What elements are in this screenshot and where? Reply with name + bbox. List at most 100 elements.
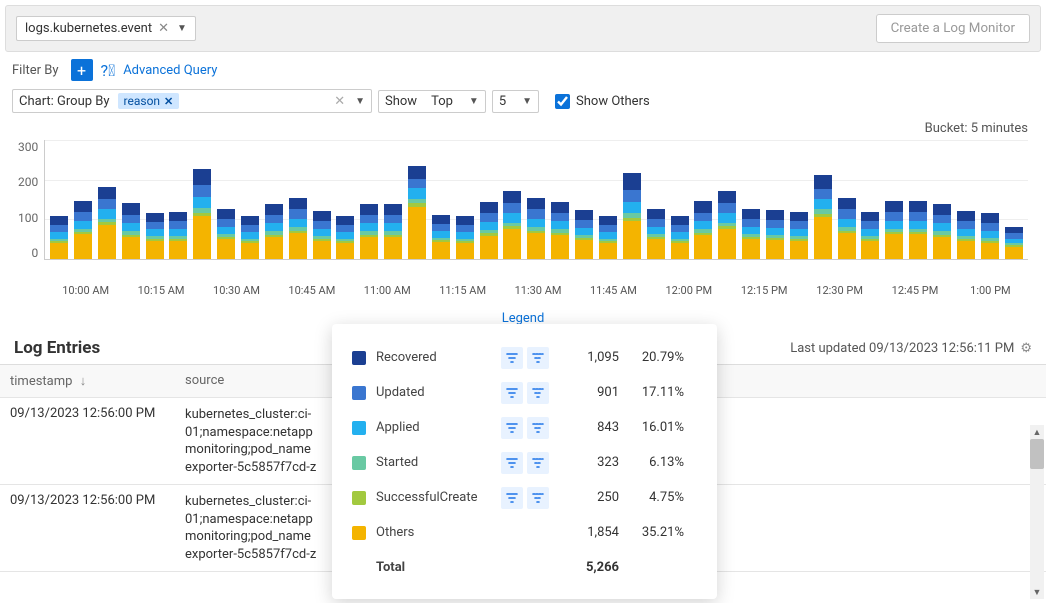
bar[interactable] <box>50 216 68 259</box>
swatch-icon <box>352 421 366 435</box>
y-axis: 3002001000 <box>18 140 44 260</box>
filter-exclude-icon[interactable] <box>527 347 549 369</box>
legend-total-label: Total <box>376 560 491 575</box>
close-icon[interactable]: ✕ <box>164 95 173 108</box>
col-timestamp[interactable]: timestamp ↓ <box>0 365 175 397</box>
legend-pct: 20.79% <box>629 350 684 365</box>
show-others-checkbox[interactable]: Show Others <box>555 94 650 109</box>
swatch-icon <box>352 456 366 470</box>
sort-desc-icon[interactable]: ↓ <box>80 374 87 389</box>
chip-label: reason <box>124 94 161 108</box>
bar[interactable] <box>265 204 283 259</box>
bar[interactable] <box>241 216 259 259</box>
show-select[interactable]: Show Top ▼ <box>378 90 486 113</box>
add-filter-button[interactable]: + <box>71 59 93 81</box>
count-select[interactable]: 5 ▼ <box>492 90 539 113</box>
bar[interactable] <box>718 191 736 259</box>
bar[interactable] <box>527 198 545 259</box>
bar[interactable] <box>694 201 712 259</box>
filter-include-icon[interactable] <box>501 417 523 439</box>
filter-include-icon[interactable] <box>501 487 523 509</box>
bar[interactable] <box>981 213 999 259</box>
bar[interactable] <box>336 216 354 259</box>
bar[interactable] <box>456 216 474 259</box>
bar[interactable] <box>551 202 569 259</box>
filter-exclude-icon[interactable] <box>527 452 549 474</box>
log-source-select[interactable]: logs.kubernetes.event ✕ ▼ <box>16 16 196 41</box>
scrollbar[interactable]: ▲ ▼ <box>1030 425 1044 599</box>
bar[interactable] <box>408 166 426 259</box>
bar[interactable] <box>74 201 92 259</box>
bar[interactable] <box>193 169 211 259</box>
legend-count: 1,095 <box>559 350 619 365</box>
scroll-up-icon[interactable]: ▲ <box>1030 425 1044 439</box>
gear-icon[interactable]: ⚙ <box>1020 341 1032 356</box>
bar[interactable] <box>384 204 402 259</box>
filter-exclude-icon[interactable] <box>527 382 549 404</box>
bucket-label: Bucket: 5 minutes <box>0 121 1046 140</box>
chevron-down-icon[interactable]: ▼ <box>355 96 365 107</box>
show-others-input[interactable] <box>555 94 570 109</box>
legend-pct: 17.11% <box>629 385 684 400</box>
legend-name: Applied <box>376 420 491 435</box>
swatch-icon <box>352 491 366 505</box>
bar[interactable] <box>790 212 808 259</box>
bar[interactable] <box>957 211 975 259</box>
bar[interactable] <box>861 212 879 259</box>
swatch-icon <box>352 386 366 400</box>
filter-by-label: Filter By <box>12 63 63 78</box>
cell-timestamp: 09/13/2023 12:56:00 PM <box>0 485 175 571</box>
bar[interactable] <box>742 209 760 259</box>
bar[interactable] <box>360 204 378 259</box>
close-icon[interactable]: ✕ <box>158 21 169 36</box>
groupby-input[interactable]: Chart: Group By reason ✕ ✕ ▼ <box>12 89 372 113</box>
bar[interactable] <box>599 216 617 259</box>
filter-include-icon[interactable] <box>501 347 523 369</box>
bar[interactable] <box>909 201 927 259</box>
legend-row: Others 1,854 35.21% <box>352 515 697 550</box>
show-label: Show <box>385 94 417 109</box>
bar[interactable] <box>838 198 856 259</box>
chevron-down-icon[interactable]: ▼ <box>469 96 479 107</box>
legend-total-value: 5,266 <box>559 560 619 575</box>
bar[interactable] <box>122 203 140 259</box>
legend-pct: 4.75% <box>629 490 684 505</box>
chevron-down-icon[interactable]: ▼ <box>522 96 532 107</box>
show-others-label: Show Others <box>576 94 650 109</box>
groupby-chip[interactable]: reason ✕ <box>118 93 180 109</box>
scroll-down-icon[interactable]: ▼ <box>1030 585 1044 599</box>
bar[interactable] <box>432 215 450 259</box>
bar[interactable] <box>169 212 187 259</box>
bar[interactable] <box>623 173 641 259</box>
bar[interactable] <box>766 210 784 259</box>
bar[interactable] <box>575 210 593 259</box>
chevron-down-icon[interactable]: ▼ <box>177 23 187 34</box>
show-value: Top <box>431 94 453 109</box>
bar[interactable] <box>480 202 498 259</box>
bar[interactable] <box>933 204 951 259</box>
bar[interactable] <box>146 213 164 259</box>
filter-include-icon[interactable] <box>501 382 523 404</box>
advanced-query-link[interactable]: Advanced Query <box>123 63 217 78</box>
bar[interactable] <box>1005 227 1023 259</box>
filter-exclude-icon[interactable] <box>527 487 549 509</box>
bar[interactable] <box>503 191 521 259</box>
bar[interactable] <box>313 211 331 259</box>
bar[interactable] <box>647 209 665 259</box>
bar[interactable] <box>671 216 689 259</box>
bar[interactable] <box>98 187 116 259</box>
log-source-name: logs.kubernetes.event <box>25 21 152 36</box>
last-updated: Last updated 09/13/2023 12:56:11 PM ⚙ <box>790 341 1032 356</box>
clear-icon[interactable]: ✕ <box>334 94 345 109</box>
create-monitor-button[interactable]: Create a Log Monitor <box>876 14 1030 43</box>
filter-exclude-icon[interactable] <box>527 417 549 439</box>
scrollbar-thumb[interactable] <box>1030 439 1044 469</box>
filter-include-icon[interactable] <box>501 452 523 474</box>
bar[interactable] <box>814 175 832 259</box>
bar[interactable] <box>885 201 903 259</box>
help-icon[interactable]: ?⃝ <box>101 61 116 80</box>
legend-name: Started <box>376 455 491 470</box>
bar[interactable] <box>217 209 235 259</box>
bar[interactable] <box>289 198 307 259</box>
legend-row: Started 323 6.13% <box>352 445 697 480</box>
